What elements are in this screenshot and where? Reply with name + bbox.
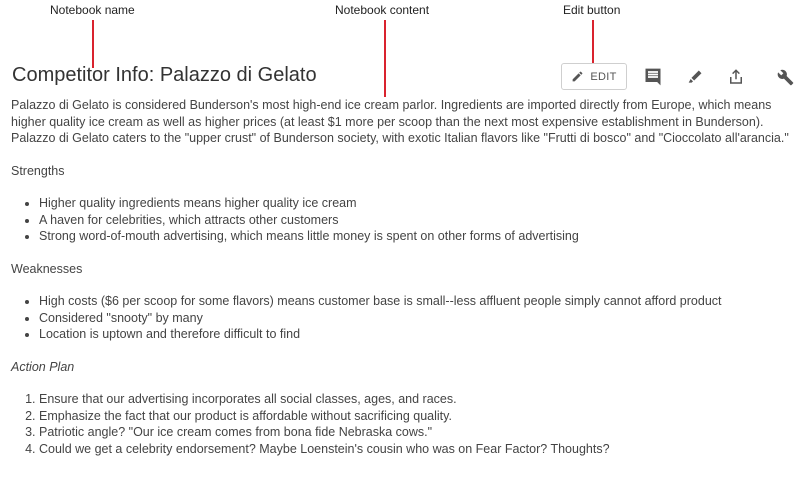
strengths-list: Higher quality ingredients means higher … bbox=[11, 195, 796, 245]
callout-line-edit-button bbox=[592, 20, 594, 67]
notebook-content: Palazzo di Gelato is considered Bunderso… bbox=[11, 97, 796, 457]
strengths-heading: Strengths bbox=[11, 163, 65, 178]
list-item: Strong word-of-mouth advertising, which … bbox=[39, 228, 796, 245]
intro-paragraph: Palazzo di Gelato is considered Bunderso… bbox=[11, 98, 789, 145]
weaknesses-heading: Weaknesses bbox=[11, 261, 83, 276]
list-item: Considered "snooty" by many bbox=[39, 310, 796, 327]
callout-notebook-content: Notebook content bbox=[335, 3, 430, 17]
share-icon[interactable] bbox=[725, 66, 747, 88]
list-item: Emphasize the fact that our product is a… bbox=[39, 408, 796, 425]
edit-button-label: EDIT bbox=[590, 70, 617, 83]
list-item: Higher quality ingredients means higher … bbox=[39, 195, 796, 212]
pencil-icon bbox=[571, 70, 584, 83]
callout-edit-button: Edit button bbox=[563, 3, 621, 17]
list-item: Could we get a celebrity endorsement? Ma… bbox=[39, 441, 796, 458]
notebook-title: Competitor Info: Palazzo di Gelato bbox=[12, 64, 317, 86]
weaknesses-list: High costs ($6 per scoop for some flavor… bbox=[11, 293, 796, 343]
callout-line-notebook-content bbox=[384, 20, 386, 97]
list-item: Ensure that our advertising incorporates… bbox=[39, 391, 796, 408]
list-item: Patriotic angle? "Our ice cream comes fr… bbox=[39, 424, 796, 441]
wrench-icon[interactable] bbox=[774, 66, 796, 88]
action-plan-list: Ensure that our advertising incorporates… bbox=[11, 391, 796, 457]
comment-icon[interactable] bbox=[642, 66, 664, 88]
edit-button[interactable]: EDIT bbox=[561, 63, 627, 90]
list-item: Location is uptown and therefore difficu… bbox=[39, 326, 796, 343]
highlighter-icon[interactable] bbox=[684, 66, 706, 88]
callout-line-notebook-name bbox=[92, 20, 94, 68]
action-plan-heading: Action Plan bbox=[11, 359, 75, 374]
callout-notebook-name: Notebook name bbox=[50, 3, 135, 17]
list-item: High costs ($6 per scoop for some flavor… bbox=[39, 293, 796, 310]
list-item: A haven for celebrities, which attracts … bbox=[39, 212, 796, 229]
